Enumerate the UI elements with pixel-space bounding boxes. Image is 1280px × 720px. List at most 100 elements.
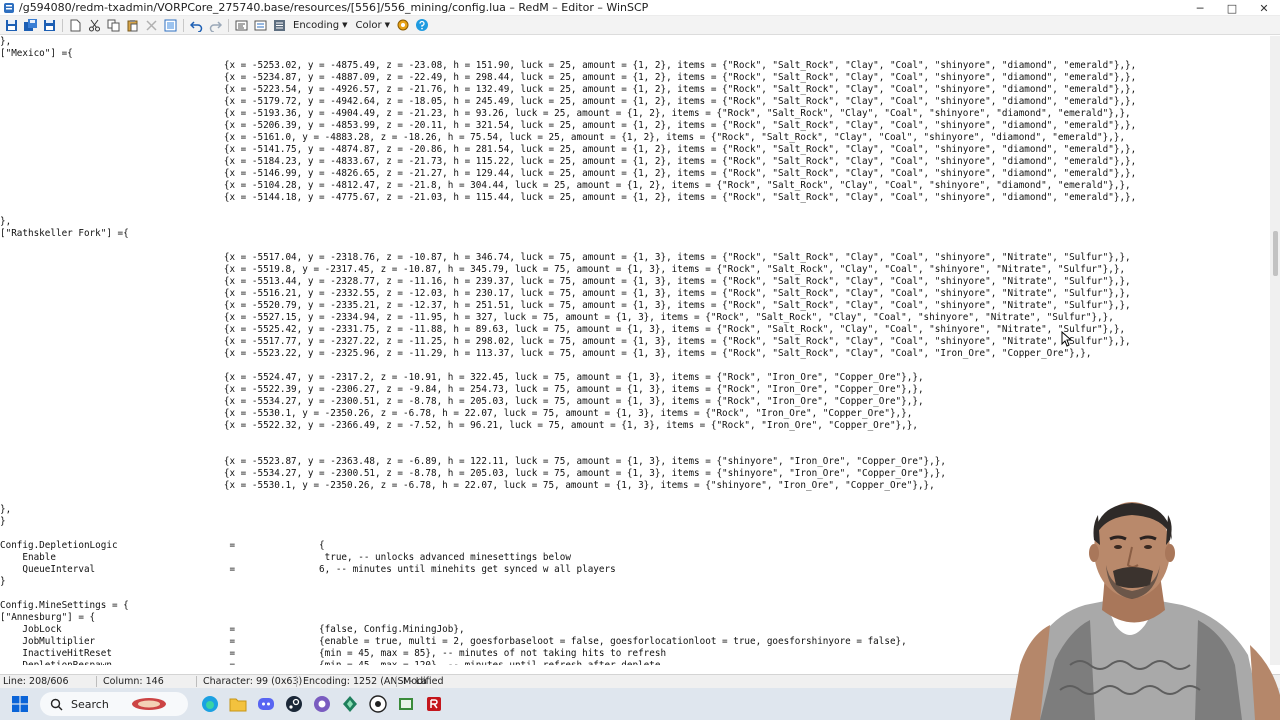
winscp-icon <box>399 698 413 710</box>
code-line[interactable]: {x = -5530.1, y = -2350.26, z = -6.78, h… <box>0 408 1136 420</box>
steam-icon <box>286 696 302 712</box>
select-all-button[interactable] <box>161 17 179 34</box>
code-line[interactable]: {x = -5146.99, y = -4826.65, z = -21.27,… <box>0 168 1136 180</box>
help-button[interactable] <box>413 17 431 34</box>
taskbar-app-steam[interactable] <box>281 692 307 716</box>
code-line[interactable]: {x = -5534.27, y = -2300.51, z = -8.78, … <box>0 396 1136 408</box>
code-line[interactable]: {x = -5517.04, y = -2318.76, z = -10.87,… <box>0 252 1136 264</box>
code-line[interactable]: InactiveHitReset = {min = 45, max = 85},… <box>0 648 1136 660</box>
replace-button[interactable] <box>251 17 269 34</box>
code-line[interactable] <box>0 444 1136 456</box>
code-line[interactable]: ["Mexico"] ={ <box>0 48 1136 60</box>
code-line[interactable]: {x = -5253.02, y = -4875.49, z = -23.08,… <box>0 60 1136 72</box>
code-line[interactable]: } <box>0 516 1136 528</box>
code-line[interactable]: ["Rathskeller Fork"] ={ <box>0 228 1136 240</box>
taskbar-app-tool[interactable] <box>337 692 363 716</box>
code-line[interactable]: {x = -5519.8, y = -2317.45, z = -10.87, … <box>0 264 1136 276</box>
taskbar-app-explorer[interactable] <box>225 692 251 716</box>
copy-button[interactable] <box>104 17 122 34</box>
start-button[interactable] <box>8 692 32 716</box>
taskbar-app-winscp[interactable] <box>393 692 419 716</box>
code-line[interactable]: }, <box>0 216 1136 228</box>
code-line[interactable]: Config.DepletionLogic = { <box>0 540 1136 552</box>
code-line[interactable]: ["Annesburg"] = { <box>0 612 1136 624</box>
taskbar-search[interactable]: Search <box>40 692 188 716</box>
save-all-button[interactable] <box>21 17 39 34</box>
goto-line-button[interactable] <box>270 17 288 34</box>
code-line[interactable] <box>0 528 1136 540</box>
preferences-button[interactable] <box>394 17 412 34</box>
taskbar-app-vpn[interactable] <box>309 692 335 716</box>
code-line[interactable]: DepletionRespawn = {min = 45, max = 120}… <box>0 660 1136 665</box>
taskbar-app-discord[interactable] <box>253 692 279 716</box>
new-file-button[interactable] <box>66 17 84 34</box>
delete-button[interactable] <box>142 17 160 34</box>
paste-icon <box>127 19 137 31</box>
taskbar-app-github[interactable] <box>365 692 391 716</box>
paste-button[interactable] <box>123 17 141 34</box>
code-line[interactable]: {x = -5516.21, y = -2332.55, z = -12.03,… <box>0 288 1136 300</box>
find-icon <box>235 20 247 30</box>
save-icon <box>5 19 17 31</box>
code-line[interactable]: Config.MineSettings = { <box>0 600 1136 612</box>
search-icon <box>50 698 63 711</box>
code-line[interactable]: JobLock = {false, Config.MiningJob}, <box>0 624 1136 636</box>
code-line[interactable]: {x = -5161.0, y = -4883.28, z = -18.26, … <box>0 132 1136 144</box>
code-line[interactable] <box>0 588 1136 600</box>
code-line[interactable]: Enable true, -- unlocks advanced mineset… <box>0 552 1136 564</box>
code-line[interactable]: {x = -5517.77, y = -2327.22, z = -11.25,… <box>0 336 1136 348</box>
code-line[interactable]: {x = -5144.18, y = -4775.67, z = -21.03,… <box>0 192 1136 204</box>
code-line[interactable]: {x = -5184.23, y = -4833.67, z = -21.73,… <box>0 156 1136 168</box>
github-icon <box>369 695 387 713</box>
status-divider <box>296 676 297 687</box>
code-line[interactable] <box>0 240 1136 252</box>
code-line[interactable]: {x = -5530.1, y = -2350.26, z = -6.78, h… <box>0 480 1136 492</box>
code-line[interactable]: {x = -5179.72, y = -4942.64, z = -18.05,… <box>0 96 1136 108</box>
code-line[interactable]: {x = -5206.39, y = -4853.99, z = -20.11,… <box>0 120 1136 132</box>
save-as-button[interactable] <box>40 17 58 34</box>
code-line[interactable] <box>0 432 1136 444</box>
encoding-dropdown[interactable]: Encoding ▼ <box>289 17 351 34</box>
undo-button[interactable] <box>187 17 205 34</box>
save-all-icon <box>23 18 37 31</box>
color-dropdown[interactable]: Color ▼ <box>351 17 394 34</box>
code-line[interactable]: {x = -5193.36, y = -4904.49, z = -21.23,… <box>0 108 1136 120</box>
code-line[interactable]: }, <box>0 504 1136 516</box>
code-line[interactable]: }, <box>0 36 1136 48</box>
save-button[interactable] <box>2 17 20 34</box>
redo-icon <box>209 20 222 32</box>
code-line[interactable]: {x = -5523.22, y = -2325.96, z = -11.29,… <box>0 348 1136 360</box>
maximize-button[interactable]: □ <box>1216 0 1248 16</box>
code-line[interactable]: {x = -5223.54, y = -4926.57, z = -21.76,… <box>0 84 1136 96</box>
minimize-button[interactable]: ─ <box>1184 0 1216 16</box>
close-button[interactable]: ✕ <box>1248 0 1280 16</box>
code-line[interactable]: {x = -5524.47, y = -2317.2, z = -10.91, … <box>0 372 1136 384</box>
code-text[interactable]: }, ["Mexico"] ={ {x = -5253.02, y = -4875… <box>0 36 1136 665</box>
code-line[interactable]: {x = -5522.32, y = -2366.49, z = -7.52, … <box>0 420 1136 432</box>
code-line[interactable]: } <box>0 576 1136 588</box>
taskbar-app-edge[interactable] <box>197 692 223 716</box>
code-line[interactable]: QueueInterval = 6, -- minutes until mine… <box>0 564 1136 576</box>
code-line[interactable]: {x = -5525.42, y = -2331.75, z = -11.88,… <box>0 324 1136 336</box>
scrollbar-thumb[interactable] <box>1273 231 1278 276</box>
title-bar: /g594080/redm-txadmin/VORPCore_275740.ba… <box>0 0 1280 16</box>
code-line[interactable]: {x = -5141.75, y = -4874.87, z = -20.86,… <box>0 144 1136 156</box>
app-icon <box>4 2 14 13</box>
code-line[interactable] <box>0 204 1136 216</box>
cut-button[interactable] <box>85 17 103 34</box>
code-line[interactable]: JobMultiplier = {enable = true, multi = … <box>0 636 1136 648</box>
redo-button[interactable] <box>206 17 224 34</box>
code-line[interactable] <box>0 360 1136 372</box>
code-line[interactable]: {x = -5234.87, y = -4887.09, z = -22.49,… <box>0 72 1136 84</box>
code-line[interactable]: {x = -5523.87, y = -2363.48, z = -6.89, … <box>0 456 1136 468</box>
find-button[interactable] <box>232 17 250 34</box>
taskbar-app-redm[interactable] <box>421 692 447 716</box>
code-line[interactable]: {x = -5522.39, y = -2306.27, z = -9.84, … <box>0 384 1136 396</box>
copy-icon <box>107 19 119 31</box>
code-line[interactable]: {x = -5513.44, y = -2328.77, z = -11.16,… <box>0 276 1136 288</box>
code-line[interactable]: {x = -5104.28, y = -4812.47, z = -21.8, … <box>0 180 1136 192</box>
code-line[interactable] <box>0 492 1136 504</box>
code-line[interactable]: {x = -5520.79, y = -2335.21, z = -12.37,… <box>0 300 1136 312</box>
code-line[interactable]: {x = -5534.27, y = -2300.51, z = -8.78, … <box>0 468 1136 480</box>
code-line[interactable]: {x = -5527.15, y = -2334.94, z = -11.95,… <box>0 312 1136 324</box>
